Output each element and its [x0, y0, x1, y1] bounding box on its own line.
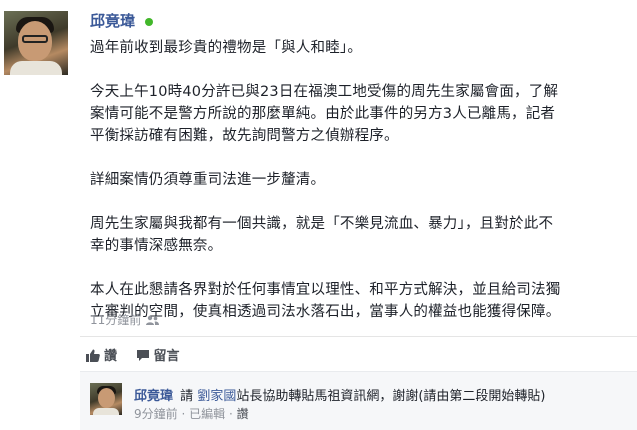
thumbs-up-icon [86, 349, 100, 362]
comment-like-button[interactable]: 讚 [237, 407, 249, 421]
post-meta: 11分鐘前 [90, 311, 160, 328]
post-paragraph: 本人在此懇請各界對於任何事情宜以理性、和平方式解決，並且給司法獨 立審判的空間，… [90, 282, 561, 320]
comment-section: 邱竟瑋 請 劉家國站長協助轉貼馬祖資訊網，謝謝(請由第二段開始轉貼) 9分鐘前 … [80, 371, 637, 430]
separator: · [228, 407, 233, 421]
post-paragraph: 詳細案情仍須尊重司法進一步釐清。 [90, 172, 326, 188]
comment-timestamp[interactable]: 9分鐘前 [134, 407, 178, 421]
avatar-shirt [10, 61, 62, 75]
comment-prefix: 請 [180, 389, 194, 404]
comment-icon [136, 350, 149, 361]
post-body: 過年前收到最珍貴的禮物是「與人和睦」。 今天上午10時40分許已與23日在福澳工… [90, 37, 635, 323]
separator: · [181, 407, 186, 421]
commenter-name[interactable]: 邱竟瑋 [134, 389, 173, 404]
comment-text: 邱竟瑋 請 劉家國站長協助轉貼馬祖資訊網，謝謝(請由第二段開始轉貼) [134, 385, 545, 404]
post-timestamp[interactable]: 11分鐘前 [90, 313, 141, 327]
post-paragraph: 過年前收到最珍貴的禮物是「與人和睦」。 [90, 40, 363, 56]
comment-meta: 9分鐘前 · 已編輯 · 讚 [134, 405, 249, 422]
post-author-name[interactable]: 邱竟瑋 [90, 10, 135, 31]
online-status-icon [145, 18, 153, 26]
author-avatar[interactable] [4, 11, 68, 75]
avatar-glasses [22, 35, 48, 43]
post-paragraph: 周先生家屬與我都有一個共識，就是「不樂見流血、暴力」，且對於此不 幸的事情深感無… [90, 216, 554, 254]
comment-mention[interactable]: 劉家國 [197, 389, 236, 404]
comment-button[interactable]: 留言 [136, 345, 180, 364]
post-paragraph: 今天上午10時40分許已與23日在福澳工地受傷的周先生家屬會面，了解 案情可能不… [90, 84, 559, 144]
divider [80, 336, 637, 337]
comment-label: 留言 [153, 349, 180, 364]
avatar-face [98, 388, 115, 408]
avatar-shirt [93, 408, 119, 415]
like-label: 讚 [104, 349, 118, 364]
like-button[interactable]: 讚 [86, 345, 117, 364]
comment-body: 站長協助轉貼馬祖資訊網，謝謝(請由第二段開始轉貼) [236, 389, 546, 404]
comment-edited[interactable]: 已編輯 [189, 407, 225, 421]
post-actions: 讚 留言 [86, 345, 194, 364]
friends-icon[interactable] [146, 315, 160, 326]
commenter-avatar[interactable] [90, 383, 122, 415]
feed-post: 邱竟瑋 過年前收到最珍貴的禮物是「與人和睦」。 今天上午10時40分許已與23日… [0, 0, 637, 430]
